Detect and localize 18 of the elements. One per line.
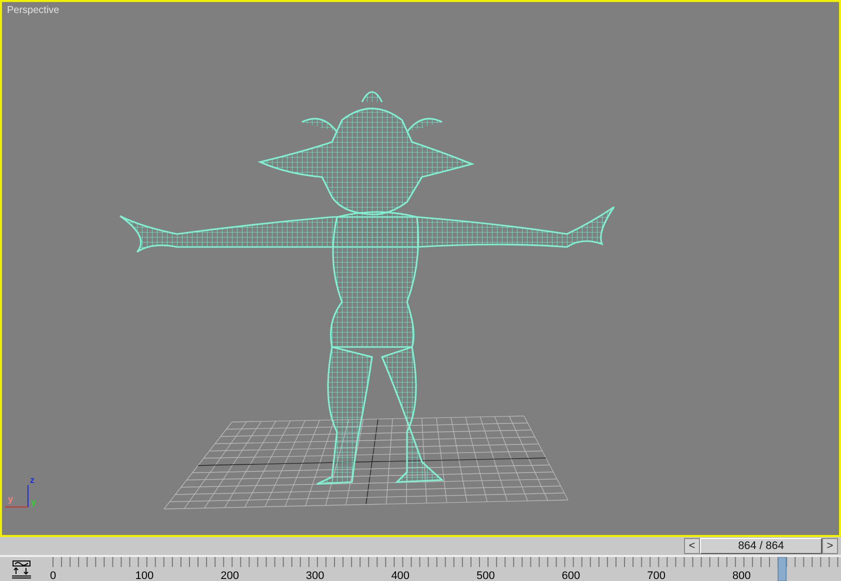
frame-number: 600: [562, 570, 580, 581]
frame-number: 800: [732, 570, 751, 581]
frame-number: 700: [647, 570, 666, 581]
frame-number: 300: [306, 570, 324, 581]
frame-number: 500: [476, 570, 495, 581]
previous-frame-button[interactable]: <: [684, 538, 700, 554]
frame-number: 0: [50, 570, 56, 581]
frame-number: 100: [135, 570, 154, 581]
axis-label: y: [31, 497, 36, 507]
next-frame-button[interactable]: >: [822, 538, 838, 554]
frame-number: 400: [391, 570, 410, 581]
frame-counter: 864 / 864: [700, 538, 822, 554]
frame-number: 200: [220, 570, 239, 581]
axis-gizmo-icon: [4, 484, 28, 508]
curve-editor-icon[interactable]: [12, 560, 32, 578]
time-marker[interactable]: [778, 557, 787, 581]
axis-label: z: [30, 475, 34, 485]
axis-label: y: [8, 494, 14, 504]
